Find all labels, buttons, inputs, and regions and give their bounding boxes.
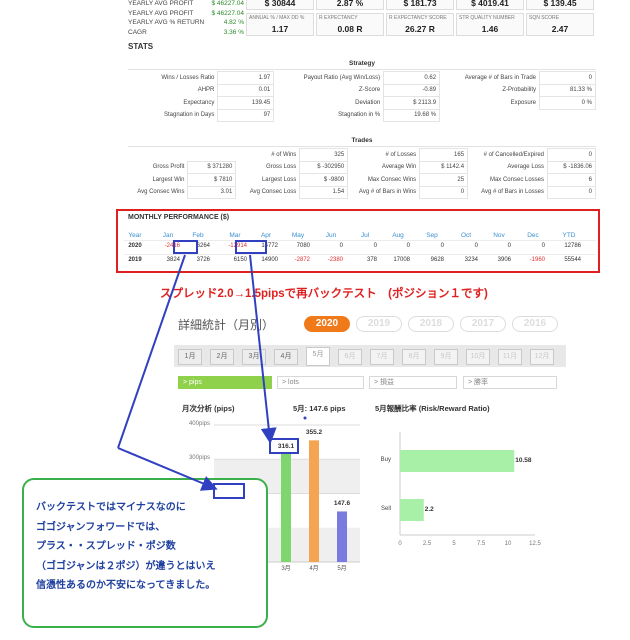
bar-label-highlight-mar (269, 438, 299, 454)
bar-label-highlight-jan (213, 483, 245, 499)
annotation-arrows (117, 254, 299, 499)
arrow-jan-end (117, 447, 218, 491)
arrow-mar (249, 254, 277, 444)
arrow-jan (117, 254, 186, 449)
